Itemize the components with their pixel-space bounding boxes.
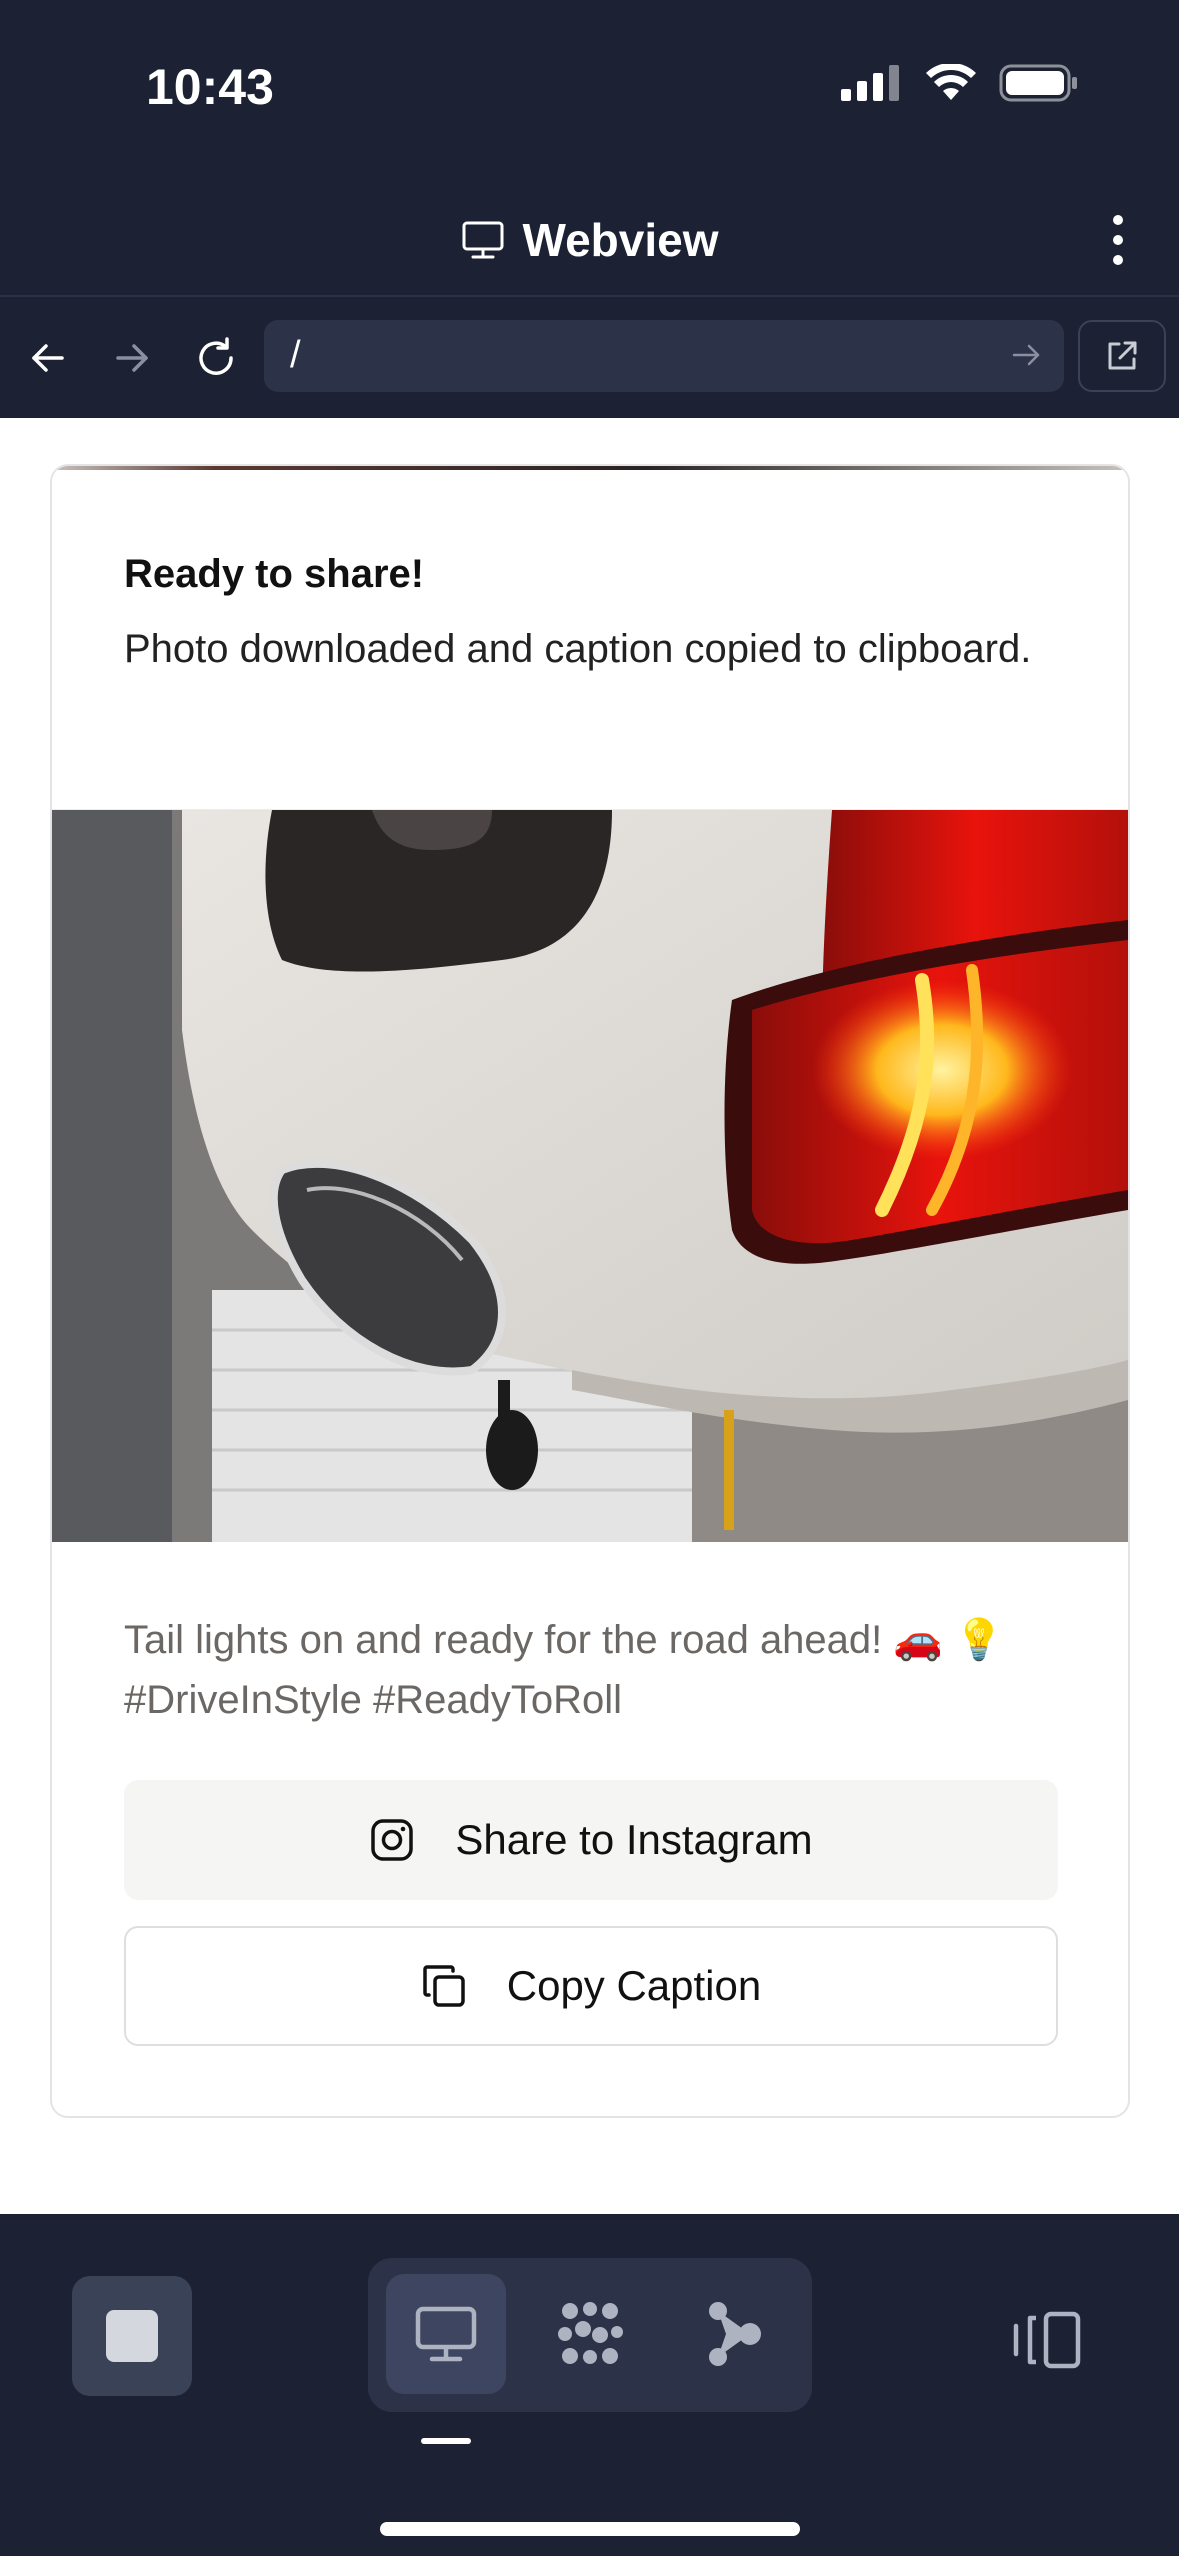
post-photo (52, 810, 1128, 1542)
share-card: Ready to share! Photo downloaded and cap… (50, 464, 1130, 2118)
reload-icon (199, 337, 233, 375)
url-input[interactable]: / (264, 320, 1064, 392)
stop-icon (106, 2310, 158, 2362)
mode-switcher (368, 2258, 812, 2412)
stop-button[interactable] (72, 2276, 192, 2396)
arrow-left-icon (32, 344, 64, 372)
more-vertical-icon (1113, 215, 1123, 225)
more-menu-button[interactable] (1093, 210, 1143, 270)
status-bar: 10:43 (0, 0, 1179, 170)
forward-button[interactable] (94, 320, 170, 396)
copy-caption-button[interactable]: Copy Caption (124, 1926, 1058, 2046)
branch-icon (709, 2302, 761, 2366)
toast-notification: Ready to share! Photo downloaded and cap… (52, 470, 1128, 810)
go-arrow-icon[interactable] (1010, 338, 1044, 372)
car-tail-light-photo (52, 810, 1128, 1542)
mode-grid-button[interactable] (530, 2274, 650, 2394)
title-bar: Webview (0, 190, 1179, 290)
active-mode-indicator (421, 2438, 471, 2444)
monitor-icon (415, 2306, 477, 2362)
toast-body: Photo downloaded and caption copied to c… (124, 627, 1032, 671)
grid-dots-icon (558, 2302, 623, 2364)
wifi-icon (926, 64, 976, 100)
share-button-label: Share to Instagram (455, 1816, 813, 1863)
status-time: 10:43 (146, 59, 274, 115)
copy-icon (423, 1965, 465, 2007)
share-to-instagram-button[interactable]: Share to Instagram (124, 1780, 1058, 1900)
page-title: Webview (522, 214, 719, 266)
title-wrap: Webview (461, 213, 719, 267)
mode-webview-button[interactable] (386, 2274, 506, 2394)
mode-branch-button[interactable] (674, 2274, 794, 2394)
layout-panel-icon (1013, 2311, 1081, 2369)
post-caption: Tail lights on and ready for the road ah… (124, 1618, 1005, 1722)
external-link-icon (1108, 341, 1137, 370)
copy-button-label: Copy Caption (506, 1962, 762, 2009)
bottom-toolbar (0, 2214, 1179, 2556)
toast-title: Ready to share! (124, 552, 425, 596)
monitor-icon (462, 221, 503, 259)
open-external-button[interactable] (1078, 320, 1166, 392)
webview-content: Ready to share! Photo downloaded and cap… (0, 418, 1179, 2214)
url-text: / (290, 334, 301, 376)
status-icons (841, 64, 1079, 102)
back-button[interactable] (10, 320, 86, 396)
cellular-signal-icon (841, 65, 899, 101)
reload-button[interactable] (178, 320, 254, 396)
home-indicator (380, 2522, 800, 2536)
battery-icon (999, 64, 1077, 102)
layout-toggle-button[interactable] (1006, 2308, 1086, 2372)
browser-nav-bar: / (0, 310, 1179, 406)
divider (0, 295, 1179, 297)
arrow-right-icon (116, 344, 148, 372)
instagram-icon (371, 1819, 414, 1861)
